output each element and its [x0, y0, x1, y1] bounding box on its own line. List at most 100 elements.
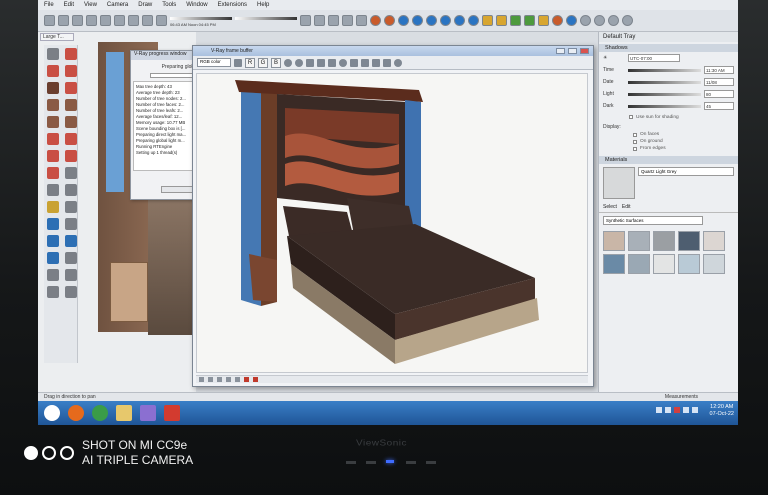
light-slider[interactable]: [628, 92, 701, 96]
component-icon[interactable]: [314, 15, 325, 26]
material-swatch[interactable]: [653, 254, 675, 274]
firefox-icon[interactable]: [68, 405, 84, 421]
use-sun-checkbox[interactable]: [629, 115, 633, 119]
section-icon[interactable]: [65, 286, 77, 298]
render-region-icon[interactable]: [339, 58, 347, 67]
time-field[interactable]: 11:30 AM: [704, 66, 734, 74]
tray-icon[interactable]: [683, 407, 689, 413]
material-swatch[interactable]: [628, 254, 650, 274]
close-button[interactable]: [580, 48, 589, 54]
material-swatch[interactable]: [678, 254, 700, 274]
status-icon[interactable]: [235, 377, 240, 382]
status-icon[interactable]: [199, 377, 204, 382]
material-swatch[interactable]: [603, 231, 625, 251]
rotate-icon[interactable]: [65, 150, 77, 162]
stop-render-icon[interactable]: [394, 58, 402, 67]
box-icon[interactable]: [128, 15, 139, 26]
light-icon[interactable]: [538, 15, 549, 26]
taskbar-clock[interactable]: 12:20 AM 07-Oct-22: [710, 404, 734, 418]
material-swatch[interactable]: [653, 231, 675, 251]
on-ground-checkbox[interactable]: [633, 139, 637, 144]
chrome-icon[interactable]: [92, 405, 108, 421]
menu-item[interactable]: Camera: [107, 2, 128, 8]
menu-item[interactable]: View: [84, 2, 97, 8]
pencil-icon[interactable]: [65, 65, 77, 77]
menu-item[interactable]: File: [44, 2, 54, 8]
tray-icon[interactable]: [665, 407, 671, 413]
vray-light-icon[interactable]: [426, 15, 437, 26]
menu-item[interactable]: Window: [186, 2, 207, 8]
sphere-icon[interactable]: [594, 15, 605, 26]
dark-slider[interactable]: [628, 104, 701, 108]
on-faces-row[interactable]: On faces: [599, 131, 738, 138]
polygon-icon[interactable]: [47, 116, 59, 128]
protractor-icon[interactable]: [65, 184, 77, 196]
follow-me-icon[interactable]: [47, 133, 59, 145]
status-icon[interactable]: [226, 377, 231, 382]
light-field[interactable]: 80: [704, 90, 734, 98]
arc-icon[interactable]: [65, 82, 77, 94]
light-icon[interactable]: [496, 15, 507, 26]
text-icon[interactable]: [47, 201, 59, 213]
vray-render-icon[interactable]: [552, 15, 563, 26]
menu-item[interactable]: Draw: [138, 2, 152, 8]
date-field[interactable]: 11/08: [704, 78, 734, 86]
material-swatch[interactable]: [628, 231, 650, 251]
component-icon[interactable]: [342, 15, 353, 26]
walk-icon[interactable]: [47, 269, 59, 281]
tape-measure-icon[interactable]: [65, 167, 77, 179]
view-icon[interactable]: [86, 15, 97, 26]
move-icon[interactable]: [47, 150, 59, 162]
material-name-field[interactable]: Quartz Light Grey: [638, 167, 734, 176]
tree-icon[interactable]: [510, 15, 521, 26]
dark-field[interactable]: 45: [704, 102, 734, 110]
dimension-icon[interactable]: [47, 184, 59, 196]
vray-material-icon[interactable]: [412, 15, 423, 26]
shadow-time-slider[interactable]: 06:43 AM Noon 04:45 PM: [170, 14, 232, 28]
box-icon[interactable]: [114, 15, 125, 26]
sphere-icon[interactable]: [580, 15, 591, 26]
maximize-button[interactable]: [568, 48, 577, 54]
tray-icon[interactable]: [674, 407, 680, 413]
orbit-icon[interactable]: [47, 218, 59, 230]
red-channel-button[interactable]: R: [245, 57, 255, 68]
green-channel-button[interactable]: G: [258, 57, 268, 68]
look-around-icon[interactable]: [65, 269, 77, 281]
on-faces-checkbox[interactable]: [633, 132, 637, 137]
status-icon[interactable]: [217, 377, 222, 382]
tray-icon[interactable]: [656, 407, 662, 413]
use-sun-row[interactable]: Use sun for shading: [599, 112, 738, 122]
vray-sphere-icon[interactable]: [440, 15, 451, 26]
save-icon[interactable]: [306, 58, 314, 67]
start-icon[interactable]: [44, 405, 60, 421]
tray-icon[interactable]: [692, 407, 698, 413]
sphere-icon[interactable]: [622, 15, 633, 26]
tree-icon[interactable]: [524, 15, 535, 26]
from-edges-checkbox[interactable]: [633, 146, 637, 151]
material-library-select[interactable]: Synthetic Surfaces: [603, 216, 703, 225]
line-icon[interactable]: [47, 82, 59, 94]
axes-icon[interactable]: [65, 201, 77, 213]
material-swatch[interactable]: [678, 231, 700, 251]
time-slider[interactable]: [628, 68, 701, 72]
eraser-icon[interactable]: [65, 48, 77, 60]
menu-item[interactable]: Tools: [162, 2, 176, 8]
paint-icon[interactable]: [47, 65, 59, 77]
vray-sphere-icon[interactable]: [566, 15, 577, 26]
material-swatch[interactable]: [603, 254, 625, 274]
light-icon[interactable]: [482, 15, 493, 26]
clear-icon[interactable]: [328, 58, 336, 67]
section-icon[interactable]: [47, 286, 59, 298]
scale-icon[interactable]: [47, 167, 59, 179]
menu-item[interactable]: Edit: [64, 2, 74, 8]
save-all-icon[interactable]: [317, 58, 325, 67]
status-icon[interactable]: [253, 377, 258, 382]
zoom-extents-icon[interactable]: [47, 252, 59, 264]
minimize-button[interactable]: [556, 48, 565, 54]
document-tab[interactable]: Large T...: [40, 33, 74, 41]
tab-select[interactable]: Select: [603, 204, 617, 210]
alpha-icon[interactable]: [284, 58, 292, 67]
channel-select[interactable]: RGB color: [197, 58, 231, 67]
status-icon[interactable]: [208, 377, 213, 382]
material-swatch[interactable]: [703, 254, 725, 274]
